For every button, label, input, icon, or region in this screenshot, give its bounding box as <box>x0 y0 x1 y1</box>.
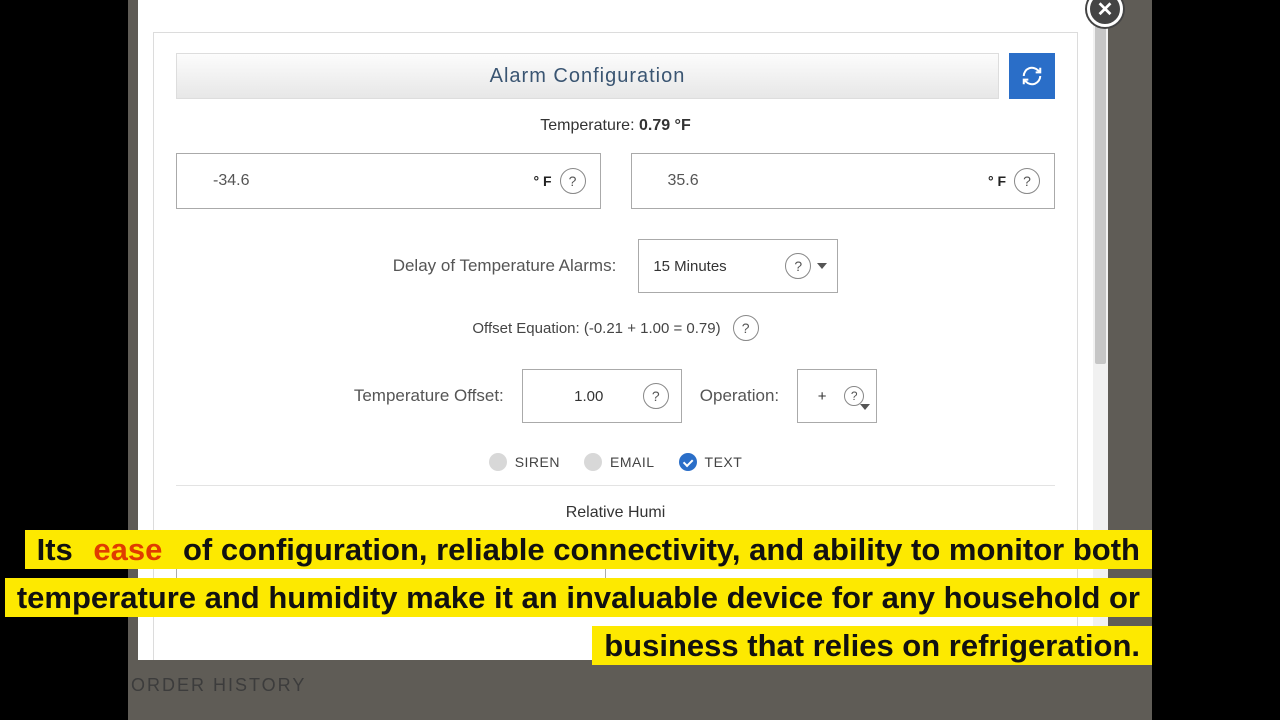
high-temp-field[interactable]: ° F ? <box>631 153 1056 209</box>
dialog-title: Alarm Configuration <box>176 53 999 99</box>
help-icon[interactable]: ? <box>643 383 669 409</box>
offset-value: 1.00 <box>535 388 643 405</box>
refresh-button[interactable] <box>1009 53 1055 99</box>
notify-siren[interactable]: SIREN <box>489 453 560 471</box>
delay-label: Delay of Temperature Alarms: <box>393 256 617 276</box>
help-icon[interactable]: ? <box>844 386 864 406</box>
help-icon[interactable]: ? <box>733 315 759 341</box>
low-temp-unit: ° F <box>533 173 551 189</box>
radio-icon <box>489 453 507 471</box>
help-icon[interactable]: ? <box>560 168 586 194</box>
refresh-icon <box>1021 65 1043 87</box>
operation-value: + <box>810 388 834 405</box>
chevron-down-icon <box>817 263 827 269</box>
operation-label: Operation: <box>700 386 779 406</box>
low-temp-input[interactable] <box>213 172 533 190</box>
offset-equation: Offset Equation: (-0.21 + 1.00 = 0.79) ? <box>176 315 1055 341</box>
help-icon[interactable]: ? <box>1014 168 1040 194</box>
delay-value: 15 Minutes <box>653 258 785 275</box>
offset-label: Temperature Offset: <box>354 386 504 406</box>
high-temp-input[interactable] <box>668 172 988 190</box>
low-temp-field[interactable]: ° F ? <box>176 153 601 209</box>
humidity-section-title: Relative Humi <box>176 504 1055 522</box>
video-caption-overlay: Its ease of configuration, reliable conn… <box>0 526 1152 670</box>
nav-order-history[interactable]: ORDER HISTORY <box>131 675 306 696</box>
close-icon: ✕ <box>1097 0 1114 22</box>
current-temperature: Temperature: 0.79 °F <box>176 117 1055 135</box>
notify-email[interactable]: EMAIL <box>584 453 655 471</box>
scrollbar-thumb[interactable] <box>1095 14 1106 364</box>
help-icon[interactable]: ? <box>785 253 811 279</box>
delay-select[interactable]: 15 Minutes ? <box>638 239 838 293</box>
notification-options: SIREN EMAIL TEXT <box>176 453 1055 471</box>
notify-text[interactable]: TEXT <box>679 453 743 471</box>
offset-field[interactable]: 1.00 ? <box>522 369 682 423</box>
chevron-down-icon <box>860 404 870 410</box>
operation-select[interactable]: + ? <box>797 369 877 423</box>
radio-checked-icon <box>679 453 697 471</box>
high-temp-unit: ° F <box>988 173 1006 189</box>
section-divider <box>176 485 1055 486</box>
radio-icon <box>584 453 602 471</box>
